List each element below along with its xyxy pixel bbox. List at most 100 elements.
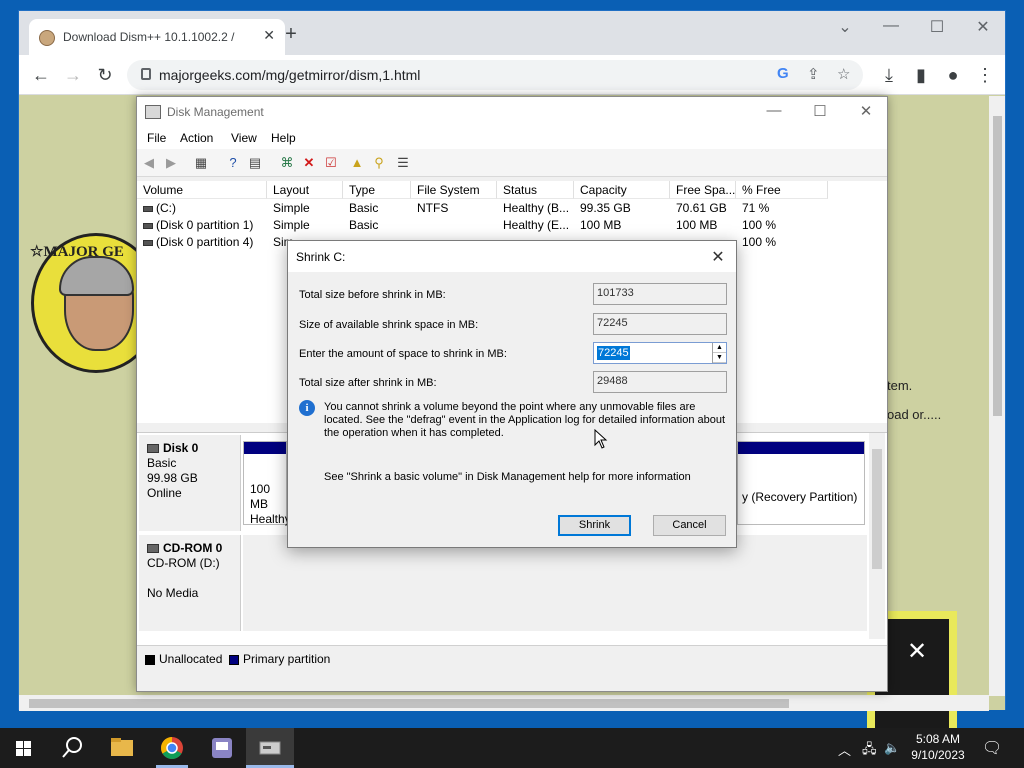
cell-volume: (Disk 0 partition 1) xyxy=(137,218,267,235)
column-header-capacity[interactable]: Capacity xyxy=(574,181,670,199)
legend-unallocated: Unallocated xyxy=(145,652,222,666)
notification-icon[interactable]: 🗨 xyxy=(982,738,1002,758)
column-header-free-space[interactable]: Free Spa... xyxy=(670,181,736,199)
column-header-percent-free[interactable]: % Free xyxy=(736,181,828,199)
spin-buttons[interactable]: ▲ ▼ xyxy=(712,343,726,363)
cell-layout: Simple xyxy=(273,218,310,232)
title-bar: Disk Management — ☐ ✕ xyxy=(137,97,887,127)
toolbar: ◀ ▶ ▦ ? ▤ ⌘ ✕ ☑ ▲ ⚲ ☰ xyxy=(137,149,887,177)
disk-icon xyxy=(147,444,159,454)
legend-primary: Primary partition xyxy=(229,652,330,666)
tab-title: Download Dism++ 10.1.1002.2 / xyxy=(63,30,235,44)
menu-icon[interactable]: ⋮ xyxy=(973,63,997,87)
maximize-button[interactable]: ☐ xyxy=(917,17,957,37)
column-header-file-system[interactable]: File System xyxy=(411,181,497,199)
bookmark-star-icon[interactable]: ☆ xyxy=(837,65,850,83)
address-bar[interactable]: majorgeeks.com/mg/getmirror/dism,1.html … xyxy=(127,60,863,90)
column-header-layout[interactable]: Layout xyxy=(267,181,343,199)
clock[interactable]: 5:08 AM 9/10/2023 xyxy=(898,731,978,763)
reload-icon[interactable]: ↻ xyxy=(93,63,117,87)
cancel-button[interactable]: Cancel xyxy=(653,515,726,536)
legend-label: Unallocated xyxy=(159,652,223,666)
close-icon[interactable]: ✕ xyxy=(706,247,730,267)
disk-size: 99.98 GB xyxy=(147,471,198,485)
tab-search-icon[interactable]: ⌄ xyxy=(825,17,865,37)
show-hidden-icons-icon[interactable]: ︿ xyxy=(838,740,851,759)
menu-help[interactable]: Help xyxy=(271,131,296,145)
back-icon[interactable]: ◀ xyxy=(141,155,157,171)
disk0-label[interactable]: Disk 0 Basic 99.98 GB Online xyxy=(139,435,241,531)
forward-icon[interactable]: ▶ xyxy=(163,155,179,171)
file-explorer-button[interactable] xyxy=(98,728,146,768)
disk-management-taskbar-button[interactable] xyxy=(246,728,294,768)
google-translate-icon[interactable]: G xyxy=(777,65,789,82)
properties-icon[interactable]: ▤ xyxy=(247,155,263,171)
minimize-button[interactable]: — xyxy=(751,102,797,119)
cdrom0-label[interactable]: CD-ROM 0 CD-ROM (D:) No Media xyxy=(139,535,241,631)
column-header-status[interactable]: Status xyxy=(497,181,574,199)
tab-close-icon[interactable]: ✕ xyxy=(263,27,275,44)
folder-icon xyxy=(111,738,133,756)
connect-disk-icon[interactable]: ⌘ xyxy=(279,155,295,171)
browser-tab[interactable]: Download Dism++ 10.1.1002.2 / ✕ xyxy=(29,19,285,55)
new-tab-button[interactable]: + xyxy=(279,23,303,46)
forward-icon[interactable]: → xyxy=(61,63,85,87)
shrink-button[interactable]: Shrink xyxy=(558,515,631,536)
page-horizontal-scrollbar[interactable] xyxy=(19,695,989,711)
graphic-vertical-scrollbar[interactable] xyxy=(869,433,885,639)
maximize-button[interactable]: ☐ xyxy=(797,102,843,120)
ad-close-icon[interactable]: ✕ xyxy=(907,637,927,666)
download-icon[interactable]: ⤓ xyxy=(877,63,901,87)
share-icon[interactable]: ⇪ xyxy=(807,65,820,83)
volume-icon xyxy=(143,205,153,212)
lock-icon[interactable] xyxy=(141,68,151,80)
cell-capacity: 100 MB xyxy=(580,218,622,232)
cell-free-space: 100 MB xyxy=(676,218,718,232)
partition-recovery[interactable]: y (Recovery Partition) xyxy=(737,441,865,525)
help-icon[interactable]: ? xyxy=(225,155,241,171)
profile-icon[interactable]: ● xyxy=(941,63,965,87)
available-space-field: 72245 xyxy=(593,313,727,335)
volume-name: (Disk 0 partition 4) xyxy=(156,235,254,249)
close-window-button[interactable]: ✕ xyxy=(963,17,1003,37)
url-text[interactable]: majorgeeks.com/mg/getmirror/dism,1.html xyxy=(159,67,420,83)
app-button[interactable] xyxy=(198,728,246,768)
cdrom-area xyxy=(243,535,867,631)
search-button[interactable] xyxy=(48,728,96,768)
shrink-amount-stepper[interactable]: 72245 ▲ ▼ xyxy=(593,342,727,364)
partition-1[interactable]: 100 MB Healthy xyxy=(243,441,291,526)
up-folder-icon[interactable]: ▲ xyxy=(349,155,365,171)
page-vertical-scrollbar[interactable] xyxy=(989,96,1005,696)
info-icon: i xyxy=(299,400,315,416)
search-icon[interactable]: ⚲ xyxy=(371,155,387,171)
network-icon[interactable]: 🖧 xyxy=(862,740,877,762)
menu-action[interactable]: Action xyxy=(180,131,213,145)
column-header-volume[interactable]: Volume xyxy=(137,181,267,199)
shrink-amount-label: Enter the amount of space to shrink in M… xyxy=(299,348,507,360)
list-view-icon[interactable]: ☰ xyxy=(395,155,411,171)
side-panel-icon[interactable]: ▮ xyxy=(909,63,933,87)
menu-bar: File Action View Help xyxy=(137,127,887,149)
info-message: You cannot shrink a volume beyond the po… xyxy=(324,401,726,439)
shrink-amount-value[interactable]: 72245 xyxy=(597,346,630,360)
checklist-icon[interactable]: ☑ xyxy=(323,155,339,171)
legend-swatch xyxy=(229,654,239,665)
logo-text: ☆MAJOR GE xyxy=(30,244,124,260)
show-hide-tree-icon[interactable]: ▦ xyxy=(193,155,209,171)
start-button[interactable] xyxy=(0,728,48,768)
menu-view[interactable]: View xyxy=(231,131,257,145)
help-message: See "Shrink a basic volume" in Disk Mana… xyxy=(324,471,691,483)
minimize-button[interactable]: — xyxy=(871,17,911,35)
close-button[interactable]: ✕ xyxy=(843,102,889,120)
spin-up-icon[interactable]: ▲ xyxy=(713,343,726,353)
spin-down-icon[interactable]: ▼ xyxy=(713,353,726,363)
back-icon[interactable]: ← xyxy=(29,63,53,87)
delete-icon[interactable]: ✕ xyxy=(301,155,317,171)
cell-percent-free: 100 % xyxy=(742,235,777,249)
column-header-type[interactable]: Type xyxy=(343,181,411,199)
chrome-button[interactable] xyxy=(148,728,196,768)
shrink-dialog: Shrink C: ✕ Total size before shrink in … xyxy=(287,240,737,548)
menu-file[interactable]: File xyxy=(147,131,166,145)
dialog-title-bar: Shrink C: ✕ xyxy=(288,241,736,272)
partition-status: Healthy xyxy=(250,512,291,526)
